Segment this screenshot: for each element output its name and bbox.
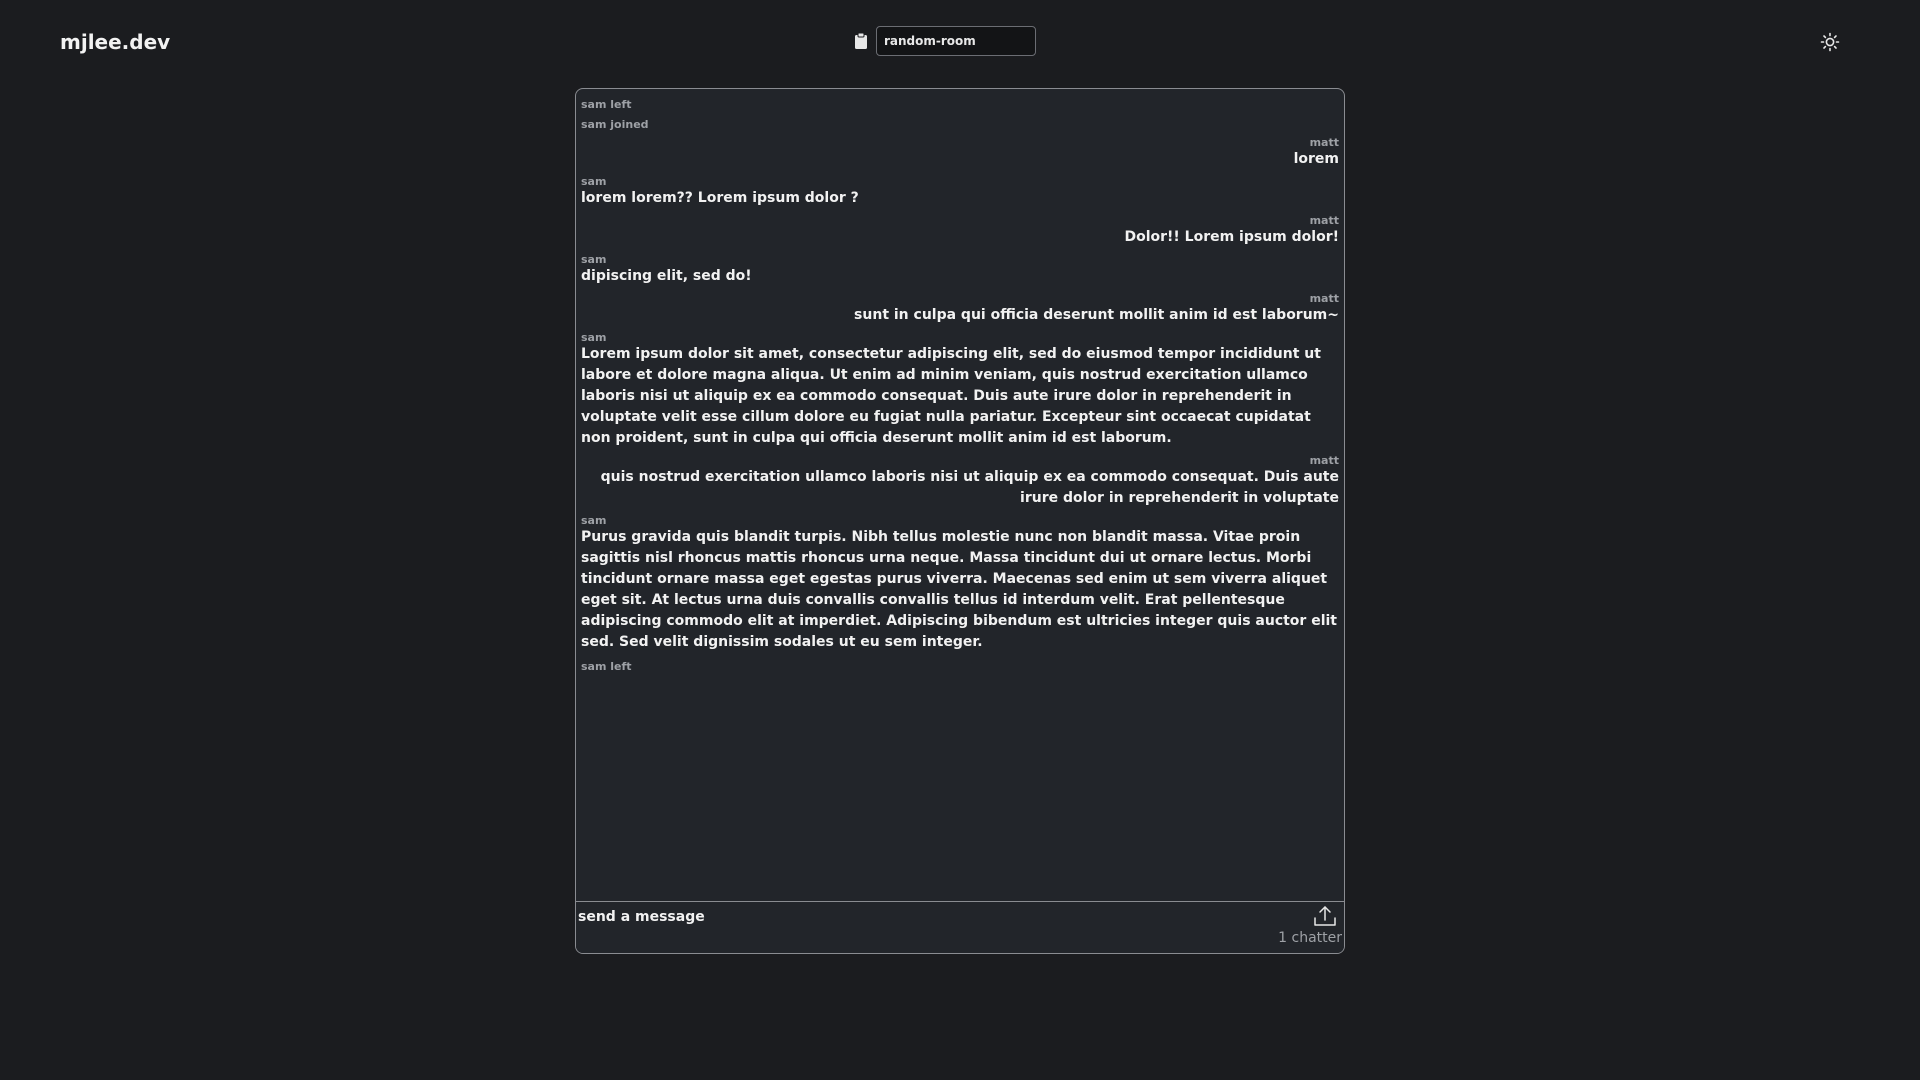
send-button[interactable] xyxy=(1312,904,1338,928)
chat-panel: sam left sam joined matt lorem sam lorem lore… xyxy=(575,88,1345,954)
message-text: lorem xyxy=(1293,151,1339,167)
chat-message: sam dipiscing elit, sed do! xyxy=(581,254,1339,287)
message-author: matt xyxy=(1309,136,1339,149)
site-brand[interactable]: mjlee.dev xyxy=(60,30,170,54)
message-author: sam xyxy=(581,253,607,266)
message-author: sam xyxy=(581,175,607,188)
system-message: sam left xyxy=(581,660,632,673)
chat-message: sam lorem lorem?? Lorem ipsum dolor ? xyxy=(581,176,1339,209)
room-name-input[interactable] xyxy=(876,26,1036,56)
chat-message: matt Dolor!! Lorem ipsum dolor! xyxy=(581,215,1339,248)
message-text: Lorem ipsum dolor sit amet, consectetur … xyxy=(581,346,1321,446)
message-composer: 1 chatter xyxy=(576,901,1344,953)
message-author: matt xyxy=(1309,292,1339,305)
upload-icon xyxy=(1312,906,1338,931)
message-text: sunt in culpa qui officia deserunt molli… xyxy=(854,307,1339,323)
sun-icon xyxy=(1820,32,1840,55)
system-message: sam left xyxy=(581,98,632,111)
message-text: quis nostrud exercitation ullamco labori… xyxy=(600,469,1339,506)
chat-message: matt sunt in culpa qui officia deserunt m… xyxy=(581,293,1339,326)
top-bar: mjlee.dev xyxy=(0,0,1920,88)
message-text: Purus gravida quis blandit turpis. Nibh … xyxy=(581,529,1337,650)
room-selector xyxy=(852,26,1036,56)
message-list[interactable]: sam left sam joined matt lorem sam lorem lore… xyxy=(576,89,1344,901)
chat-message: matt lorem xyxy=(581,137,1339,170)
chatter-count: 1 chatter xyxy=(1278,930,1342,946)
message-author: sam xyxy=(581,514,607,527)
message-text: lorem lorem?? Lorem ipsum dolor ? xyxy=(581,190,859,206)
message-author: matt xyxy=(1309,454,1339,467)
message-author: matt xyxy=(1309,214,1339,227)
system-message: sam joined xyxy=(581,118,649,131)
message-input[interactable] xyxy=(578,906,1268,928)
clipboard-icon[interactable] xyxy=(852,31,870,51)
chat-message: sam Purus gravida quis blandit turpis. Ni… xyxy=(581,515,1339,653)
message-author: sam xyxy=(581,331,607,344)
message-text: Dolor!! Lorem ipsum dolor! xyxy=(1124,229,1339,245)
chat-message: matt quis nostrud exercitation ullamco la… xyxy=(581,455,1339,509)
theme-toggle-button[interactable] xyxy=(1820,32,1840,52)
chat-message: sam Lorem ipsum dolor sit amet, consectet… xyxy=(581,332,1339,449)
message-text: dipiscing elit, sed do! xyxy=(581,268,752,284)
